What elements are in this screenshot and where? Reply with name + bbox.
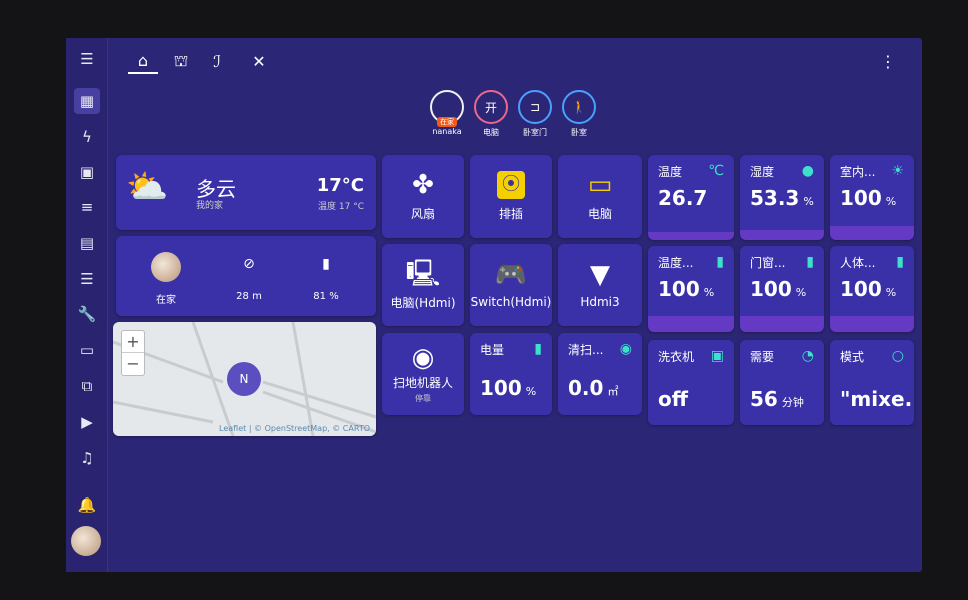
history-graph <box>740 230 824 240</box>
more-options-icon[interactable]: ⋮ <box>880 52 896 71</box>
menu-icon[interactable]: ☰ <box>74 46 100 72</box>
avatar: 在家 <box>430 90 464 127</box>
cleaned-area-sensor[interactable]: 清扫... ◉ 0.0 ㎡ <box>558 333 642 415</box>
map-attribution[interactable]: Leaflet | © OpenStreetMap, © CARTO <box>219 424 370 433</box>
sensor-door-battery[interactable]: 门窗... ▮ 100% <box>740 246 824 332</box>
wrench-icon[interactable]: 🔧 <box>74 301 100 327</box>
badges-row: 在家 nanaka 开 电脑 ⊐ 卧室门 🚶 卧室 <box>428 90 598 138</box>
map-zoom-controls: + − <box>121 330 145 376</box>
tools-icon: ✕ <box>252 51 266 71</box>
vacuum-battery-sensor[interactable]: 电量 ▮ 100% <box>470 333 552 415</box>
desktop-icon: 🖳 <box>405 258 441 289</box>
circle-icon: ○ <box>891 348 904 364</box>
badge-bedroom[interactable]: 🚶 卧室 <box>560 90 598 138</box>
seat-icon: ℐ <box>213 51 221 71</box>
sensor-mode[interactable]: 模式○"mixe... <box>830 340 914 425</box>
badge-bedroom-door[interactable]: ⊐ 卧室门 <box>516 90 554 138</box>
gamepad-icon: 🎮 <box>494 260 528 290</box>
fan-icon: ✤ <box>412 170 434 200</box>
media-icon[interactable]: ▶ <box>74 409 100 435</box>
celsius-icon: ℃ <box>708 163 724 179</box>
sensor-temperature[interactable]: 温度 ℃ 26.7 <box>648 155 734 240</box>
sensor-temp-battery[interactable]: 温度... ▮ 100% <box>648 246 734 332</box>
tile-socket[interactable]: ⦿ 排插 <box>470 155 552 238</box>
avatar[interactable] <box>71 526 101 556</box>
tab-seat[interactable]: ℐ <box>202 48 232 74</box>
tab-home[interactable]: ⌂ <box>128 48 158 74</box>
map-marker[interactable]: N <box>227 362 261 396</box>
chart-icon[interactable]: ▤ <box>74 230 100 256</box>
robot-icon: ⛫ <box>173 50 189 70</box>
sensor-indoor-light[interactable]: 室内... ☀ 100% <box>830 155 914 240</box>
battery-icon: ▮ <box>896 254 904 270</box>
partly-cloudy-icon: ⛅ <box>126 167 169 207</box>
sun-icon: ☀ <box>891 163 904 179</box>
battery-icon: ▮ <box>806 254 814 270</box>
badge-icon[interactable]: ▣ <box>74 159 100 185</box>
history-graph <box>830 226 914 240</box>
energy-icon[interactable]: ϟ <box>74 124 100 150</box>
tile-computer-hdmi[interactable]: 🖳 电脑(Hdmi) <box>382 244 464 326</box>
battery-icon: ▮ <box>716 254 724 270</box>
zoom-in-button[interactable]: + <box>122 331 144 353</box>
dashboard-screen: ☰ ▦ ϟ ▣ ≡ ▤ ☰ 🔧 ▭ ⧉ ▶ ♫ 🔔 ⌂ ⛫ ℐ ✕ ⋮ 在家 n… <box>66 38 922 572</box>
walk-icon: 🚶 <box>562 90 596 124</box>
tile-fan[interactable]: ✤ 风扇 <box>382 155 464 238</box>
person-card[interactable]: 在家 ⊘ 28 m ▮ 81 % <box>116 236 376 316</box>
top-bar: ⌂ ⛫ ℐ ✕ ⋮ <box>108 38 922 86</box>
tile-vacuum[interactable]: ◉ 扫地机器人 停靠 <box>382 333 464 415</box>
weather-card[interactable]: ⛅ 多云 我的家 17°C 温度 17 °C <box>116 155 376 230</box>
sensor-humidity[interactable]: 湿度 ● 53.3% <box>740 155 824 240</box>
history-graph <box>648 232 734 240</box>
socket-icon: ⦿ <box>497 171 525 199</box>
hdmi-icon: ▼ <box>590 260 610 290</box>
bell-icon[interactable]: 🔔 <box>74 492 100 518</box>
avatar <box>151 252 181 282</box>
map-card[interactable]: + − N Leaflet | © OpenStreetMap, © CARTO <box>113 322 376 436</box>
sensor-motion-battery[interactable]: 人体... ▮ 100% <box>830 246 914 332</box>
server-icon[interactable]: ▭ <box>74 337 100 363</box>
badge-computer[interactable]: 开 电脑 <box>472 90 510 138</box>
sensor-time-remaining[interactable]: 需要 ◔ 56 分钟 <box>740 340 824 425</box>
tile-hdmi3[interactable]: ▼ Hdmi3 <box>558 244 642 326</box>
history-graph <box>740 316 824 332</box>
battery-icon: ▮ <box>322 256 330 272</box>
water-drop-icon: ● <box>801 163 814 179</box>
tile-switch-hdmi[interactable]: 🎮 Switch(Hdmi) <box>470 244 552 326</box>
battery-icon: ▮ <box>534 341 542 357</box>
history-graph <box>648 316 734 332</box>
home-icon: ⌂ <box>137 50 149 70</box>
eye-icon: ◉ <box>619 341 632 357</box>
sensor-washer[interactable]: 洗衣机 ▣ off <box>648 340 734 425</box>
zoom-out-button[interactable]: − <box>122 353 144 375</box>
tile-computer[interactable]: ▭ 电脑 <box>558 155 642 238</box>
history-graph <box>830 316 914 332</box>
dashboard-icon[interactable]: ▦ <box>74 88 100 114</box>
door-icon: ⊐ <box>518 90 552 124</box>
sidebar: ☰ ▦ ϟ ▣ ≡ ▤ ☰ 🔧 ▭ ⧉ ▶ ♫ 🔔 <box>66 38 108 572</box>
music-icon[interactable]: ♫ <box>74 445 100 471</box>
layers-icon[interactable]: ☰ <box>74 266 100 292</box>
laptop-icon: ▭ <box>587 170 613 200</box>
washing-machine-icon: ▣ <box>710 348 724 364</box>
tab-robot[interactable]: ⛫ <box>166 48 196 74</box>
network-icon[interactable]: ⧉ <box>74 373 100 399</box>
tab-tools[interactable]: ✕ <box>244 48 274 74</box>
badge-person[interactable]: 在家 nanaka <box>428 90 466 138</box>
clock-icon: ◔ <box>801 348 814 364</box>
vacuum-icon: ◉ <box>411 343 435 373</box>
compass-icon: ⊘ <box>243 256 255 272</box>
list-icon[interactable]: ≡ <box>74 194 100 220</box>
